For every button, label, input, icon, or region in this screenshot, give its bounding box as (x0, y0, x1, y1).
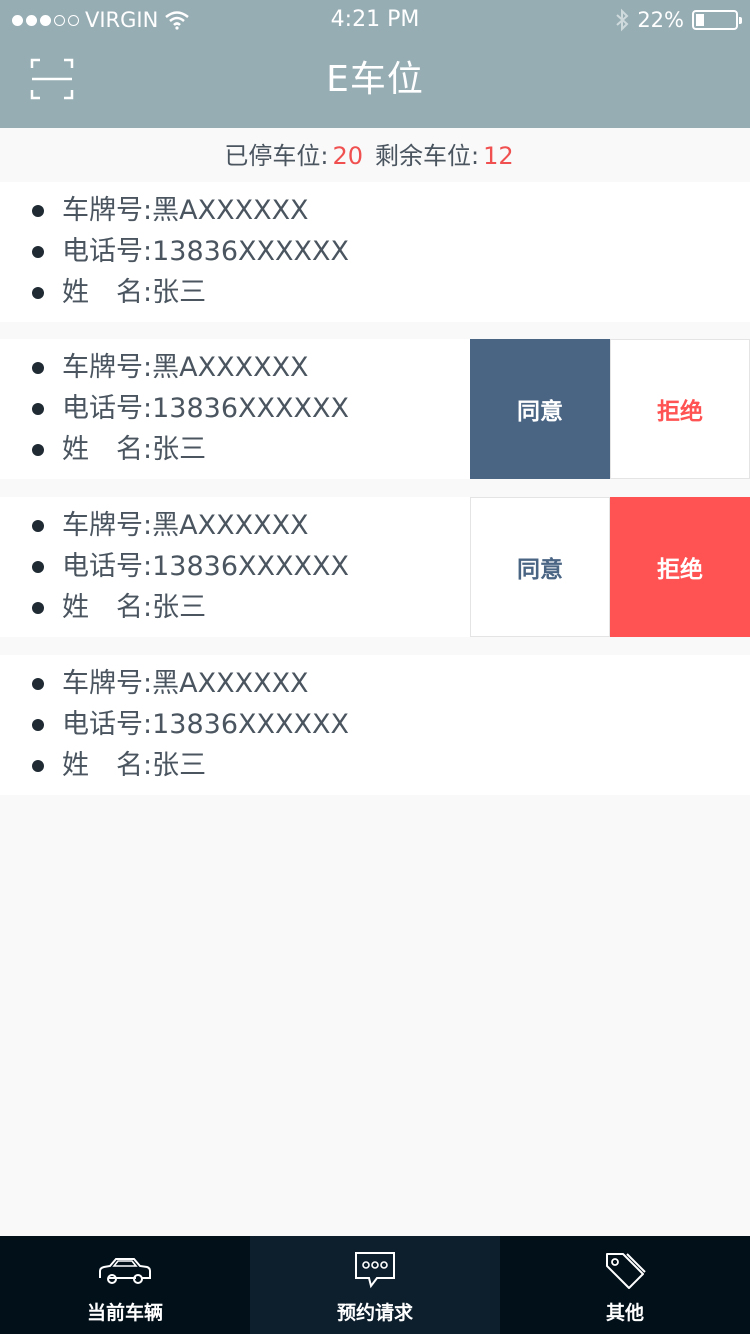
phone-label: 电话号: (62, 236, 153, 267)
name-label: 姓 名: (62, 750, 153, 781)
page-title: E车位 (326, 59, 424, 100)
name-row: 姓 名:张三 (30, 272, 750, 313)
name-label: 姓 名: (62, 592, 153, 623)
plate-value: 黑AXXXXXX (152, 352, 309, 383)
request-card[interactable]: 车牌号:黑AXXXXXX 电话号:13836XXXXXX 姓 名:张三 (0, 655, 750, 795)
request-card[interactable]: 车牌号:黑AXXXXXX 电话号:13836XXXXXX 姓 名:张三 (0, 182, 750, 322)
name-label: 姓 名: (62, 434, 153, 465)
phone-row: 电话号:13836XXXXXX (30, 704, 750, 745)
agree-button[interactable]: 同意 (470, 339, 610, 479)
reject-button[interactable]: 拒绝 (610, 497, 750, 637)
name-value: 张三 (152, 277, 207, 308)
phone-value: 13836XXXXXX (152, 393, 349, 424)
tag-icon (606, 1253, 646, 1289)
remaining-label: 剩余车位: (375, 142, 480, 170)
phone-label: 电话号: (62, 551, 153, 582)
phone-value: 13836XXXXXX (152, 236, 349, 267)
name-label: 姓 名: (62, 277, 153, 308)
phone-label: 电话号: (62, 393, 153, 424)
plate-value: 黑AXXXXXX (152, 668, 309, 699)
parked-count: 20 (332, 142, 363, 170)
name-value: 张三 (152, 434, 207, 465)
plate-label: 车牌号: (62, 668, 153, 699)
plate-value: 黑AXXXXXX (152, 510, 309, 541)
tab-label: 其他 (605, 1302, 644, 1324)
battery-percent: 22% (637, 8, 684, 32)
tab-bar: 当前车辆 预约请求 其他 (0, 1236, 750, 1334)
plate-label: 车牌号: (62, 352, 153, 383)
name-row: 姓 名:张三 (30, 745, 750, 786)
request-card[interactable]: 车牌号:黑AXXXXXX 电话号:13836XXXXXX 姓 名:张三 同意 拒… (0, 497, 750, 637)
car-icon (99, 1258, 151, 1284)
reject-button[interactable]: 拒绝 (610, 339, 750, 479)
parking-summary: 已停车位: 20 剩余车位: 12 (0, 128, 750, 182)
tab-reservation-requests[interactable]: 预约请求 (250, 1236, 500, 1334)
tab-label: 当前车辆 (86, 1302, 163, 1324)
plate-value: 黑AXXXXXX (152, 195, 309, 226)
battery-icon (692, 10, 742, 30)
request-card[interactable]: 车牌号:黑AXXXXXX 电话号:13836XXXXXX 姓 名:张三 同意 拒… (0, 339, 750, 479)
remaining-count: 12 (483, 142, 514, 170)
phone-value: 13836XXXXXX (152, 709, 349, 740)
plate-row: 车牌号:黑AXXXXXX (30, 663, 750, 704)
phone-value: 13836XXXXXX (152, 551, 349, 582)
header: VIRGIN 4:21 PM 22% E车位 (0, 0, 750, 128)
phone-row: 电话号:13836XXXXXX (30, 231, 750, 272)
parked-label: 已停车位: (224, 142, 329, 170)
plate-label: 车牌号: (62, 510, 153, 541)
tab-label: 预约请求 (336, 1302, 413, 1324)
tab-other[interactable]: 其他 (500, 1236, 750, 1334)
message-icon (355, 1252, 395, 1289)
plate-row: 车牌号:黑AXXXXXX (30, 190, 750, 231)
phone-label: 电话号: (62, 709, 153, 740)
tab-current-vehicles[interactable]: 当前车辆 (0, 1236, 250, 1334)
status-bar: VIRGIN 4:21 PM 22% (0, 0, 750, 40)
plate-label: 车牌号: (62, 195, 153, 226)
name-value: 张三 (152, 750, 207, 781)
bluetooth-icon (616, 8, 629, 32)
name-value: 张三 (152, 592, 207, 623)
agree-button[interactable]: 同意 (470, 497, 610, 637)
